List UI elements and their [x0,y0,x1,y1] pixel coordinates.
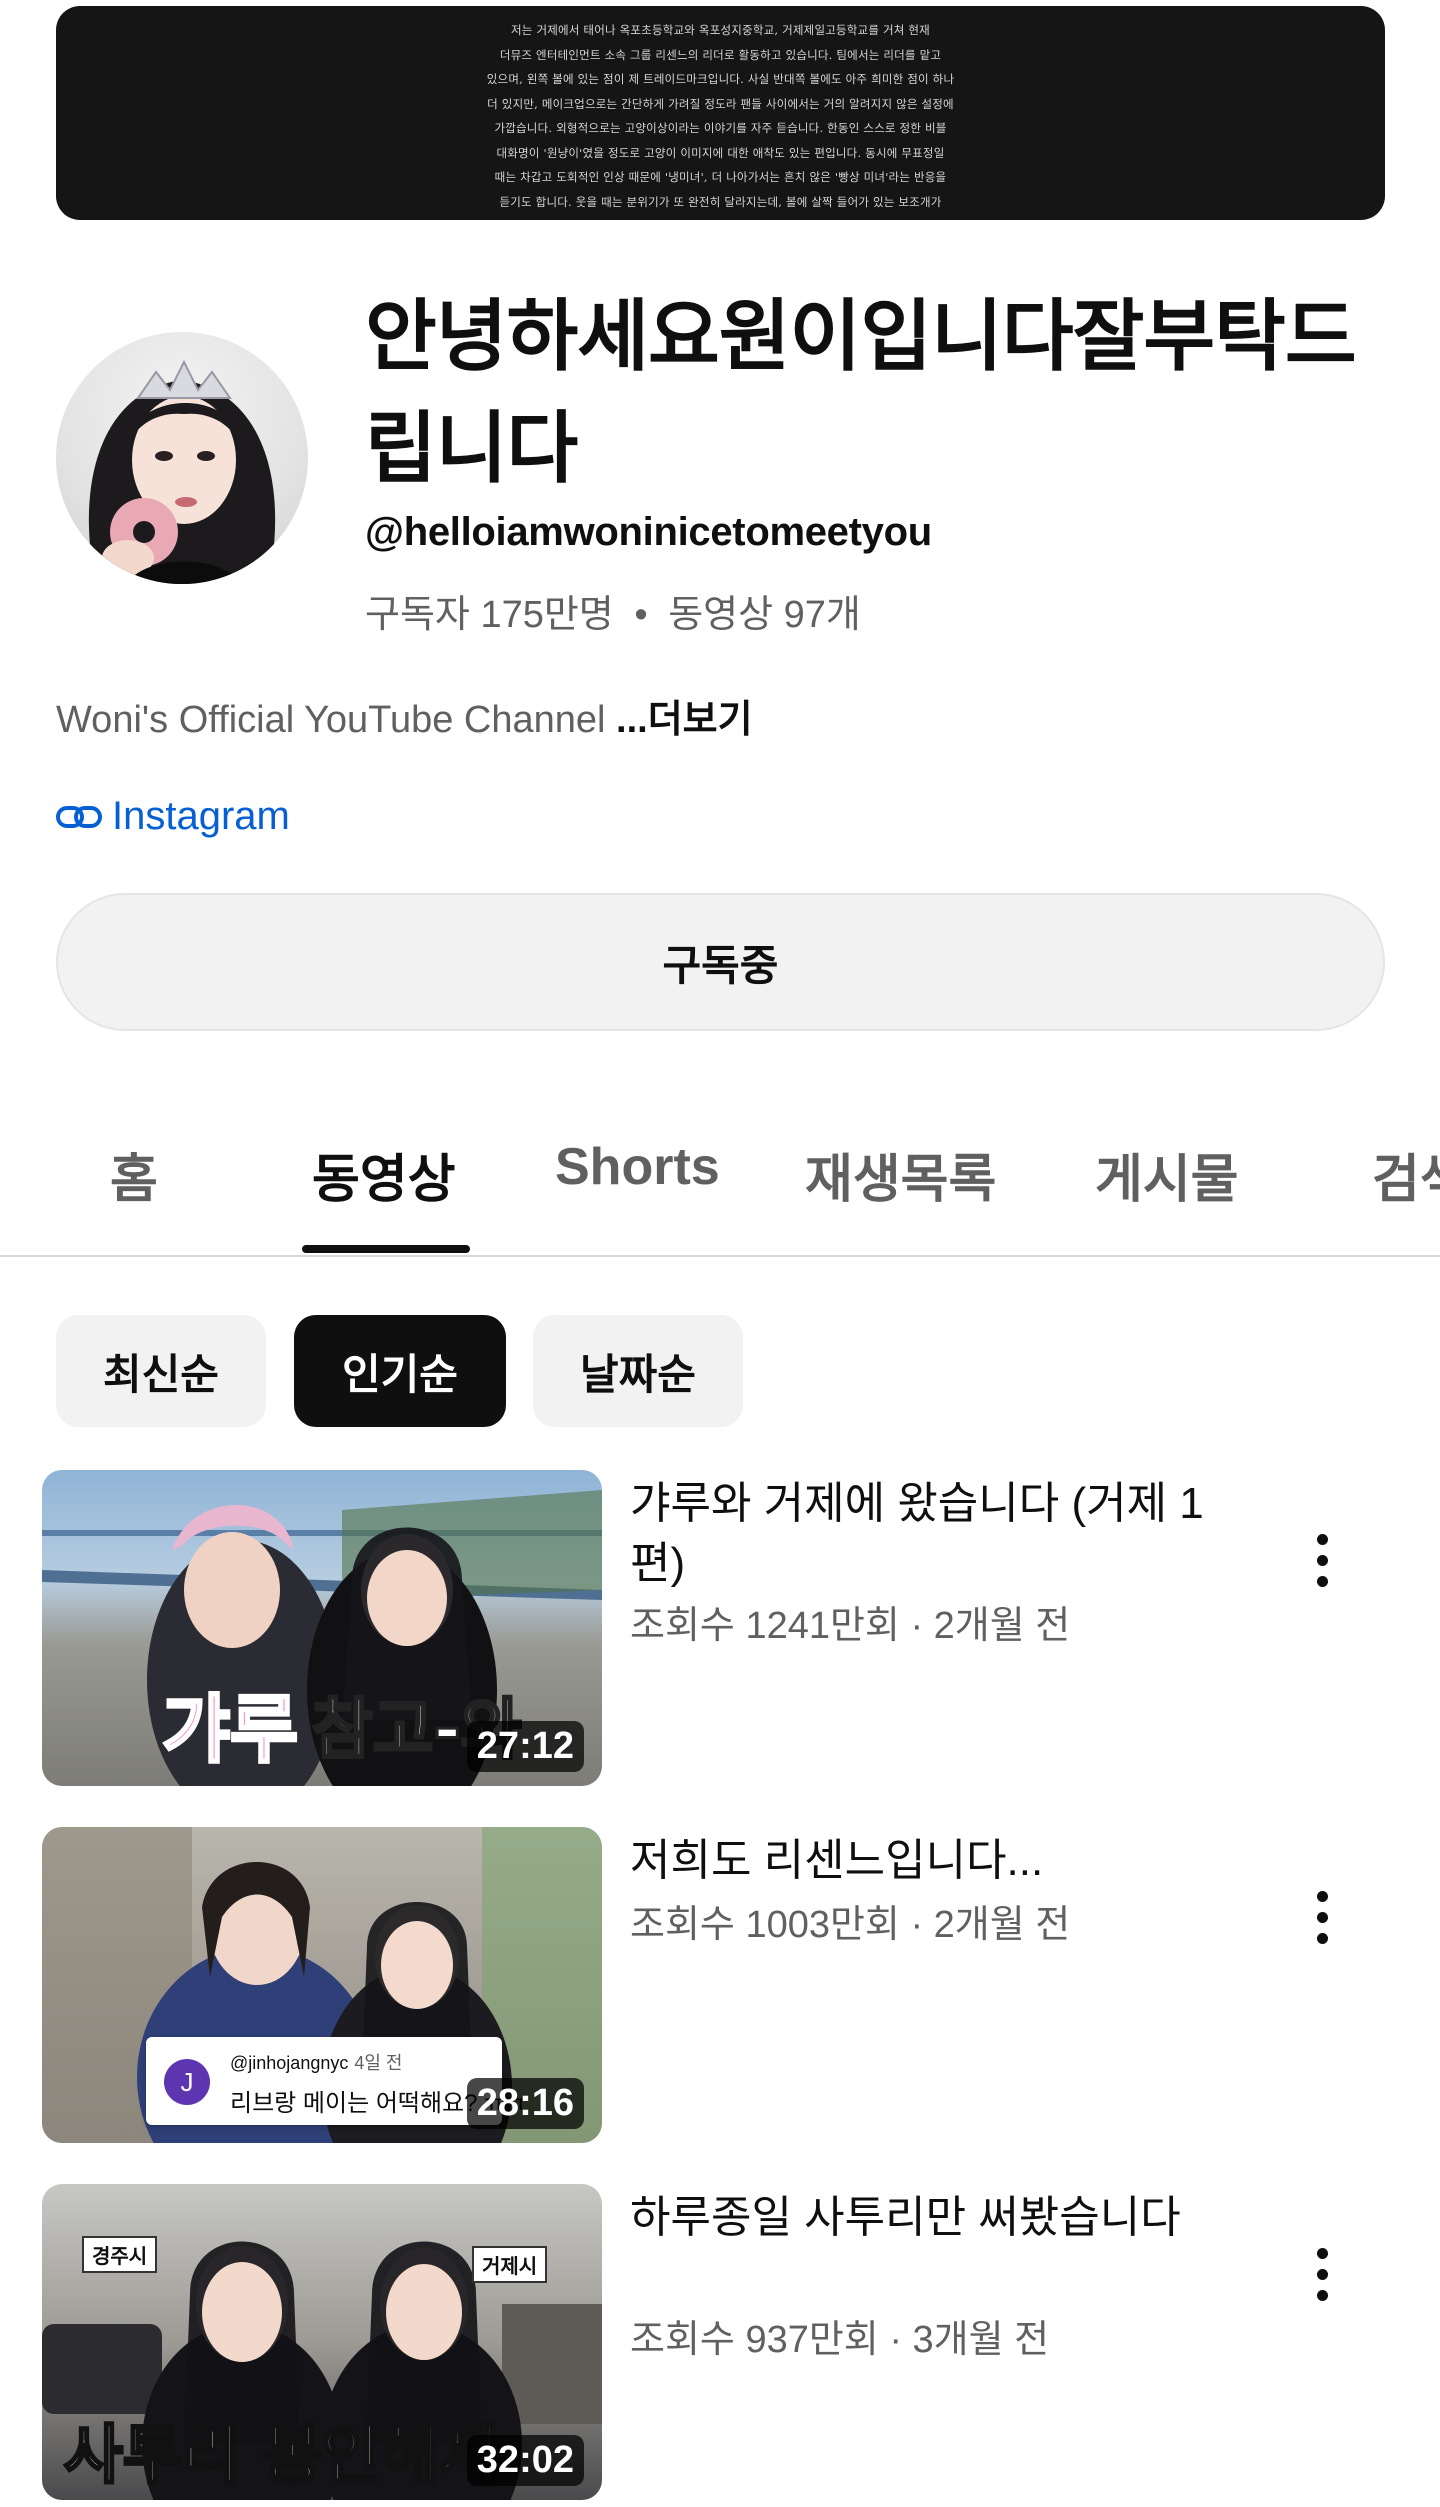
video-meta: 조회수 1003만회 · 2개월 전 [630,1904,1071,1946]
comment-username: @jinhojangnyc [230,2053,349,2073]
channel-banner[interactable]: 저는 거제에서 태어나 옥포초등학교와 옥포성지중학교, 거제제일고등학교를 거… [56,6,1385,220]
comment-time: 4일 전 [354,2053,403,2073]
video-meta: 조회수 1241만회 · 2개월 전 [630,1605,1071,1647]
comment-overlay: J @jinhojangnyc 4일 전 리브랑 메이는 어떡해요? ㅠㅠ [146,2037,528,2125]
video-duration: 27:12 [466,1721,584,1772]
channel-title: 안녕하세요원이입니다잘부탁드립니다 [365,292,1357,492]
tab-shorts[interactable]: Shorts [555,1137,720,1197]
more-link[interactable]: ...더보기 [616,699,753,741]
tab-posts[interactable]: 게시물 [1095,1137,1239,1212]
video-duration: 28:16 [466,2078,584,2129]
chip-popular[interactable]: 인기순 [294,1315,506,1427]
channel-handle: @helloiamwoninicetomeetyou [365,510,932,554]
banner-text: 저는 거제에서 태어나 옥포초등학교와 옥포성지중학교, 거제제일고등학교를 거… [486,23,955,209]
tab-home[interactable]: 홈 [110,1137,158,1212]
video-title[interactable]: 갸루와 거제에 왔습니다 (거제 1편) [630,1474,1230,1594]
channel-tabs: 홈 동영상 Shorts 재생목록 게시물 검색 [0,1095,1440,1257]
video-item[interactable]: 경주시 거제시 사투리 봉인해제 32:02 하루종일 사투리만 써봤습니다 조… [42,2184,1412,2502]
video-duration: 32:02 [466,2435,584,2486]
description-text: Woni's Official YouTube Channel [56,699,617,741]
video-meta: 조회수 937만회 · 3개월 전 [630,2319,1050,2361]
video-thumbnail[interactable]: 경주시 거제시 사투리 봉인해제 32:02 [42,2184,602,2500]
video-count: 동영상 97개 [668,594,861,636]
sign-left: 경주시 [82,2236,158,2273]
tab-search[interactable]: 검색 [1372,1137,1440,1212]
channel-stats: 구독자 175만명 • 동영상 97개 [365,583,861,638]
instagram-link[interactable]: Instagram [56,794,290,839]
comment-user: @jinhojangnyc 4일 전 [230,2049,403,2075]
active-tab-indicator [302,1245,470,1253]
comment-avatar: J [164,2059,210,2105]
chip-oldest[interactable]: 날짜순 [533,1315,743,1427]
sign-right: 거제시 [472,2246,548,2283]
stats-separator: • [634,594,648,636]
channel-avatar[interactable] [56,332,308,584]
video-title[interactable]: 저희도 리센느입니다... [630,1831,1230,1891]
link-icon [56,805,102,828]
more-options-icon[interactable] [1292,2234,1352,2314]
more-options-icon[interactable] [1292,1877,1352,1957]
video-item[interactable]: 갸루 참고-와 27:12 갸루와 거제에 왔습니다 (거제 1편) 조회수 1… [42,1470,1412,1788]
avatar-portrait [88,359,276,584]
subscribed-button[interactable]: 구독중 [56,893,1385,1031]
chip-latest[interactable]: 최신순 [56,1315,266,1427]
thumbnail-overlay-left: 갸루 [160,1686,299,1775]
video-title[interactable]: 하루종일 사투리만 써봤습니다 [630,2188,1230,2248]
channel-description[interactable]: Woni's Official YouTube Channel ...더보기 [56,688,753,743]
more-options-icon[interactable] [1292,1520,1352,1600]
thumbnail-overlay: 사투리 봉인해제 [62,2418,499,2495]
video-item[interactable]: J @jinhojangnyc 4일 전 리브랑 메이는 어떡해요? ㅠㅠ 28:… [42,1827,1412,2145]
tab-playlists[interactable]: 재생목록 [805,1137,996,1212]
video-thumbnail[interactable]: 갸루 참고-와 27:12 [42,1470,602,1786]
tab-videos[interactable]: 동영상 [312,1137,456,1212]
video-thumbnail[interactable]: J @jinhojangnyc 4일 전 리브랑 메이는 어떡해요? ㅠㅠ 28:… [42,1827,602,2143]
subscriber-count: 구독자 175만명 [365,594,614,636]
link-label: Instagram [112,794,290,838]
